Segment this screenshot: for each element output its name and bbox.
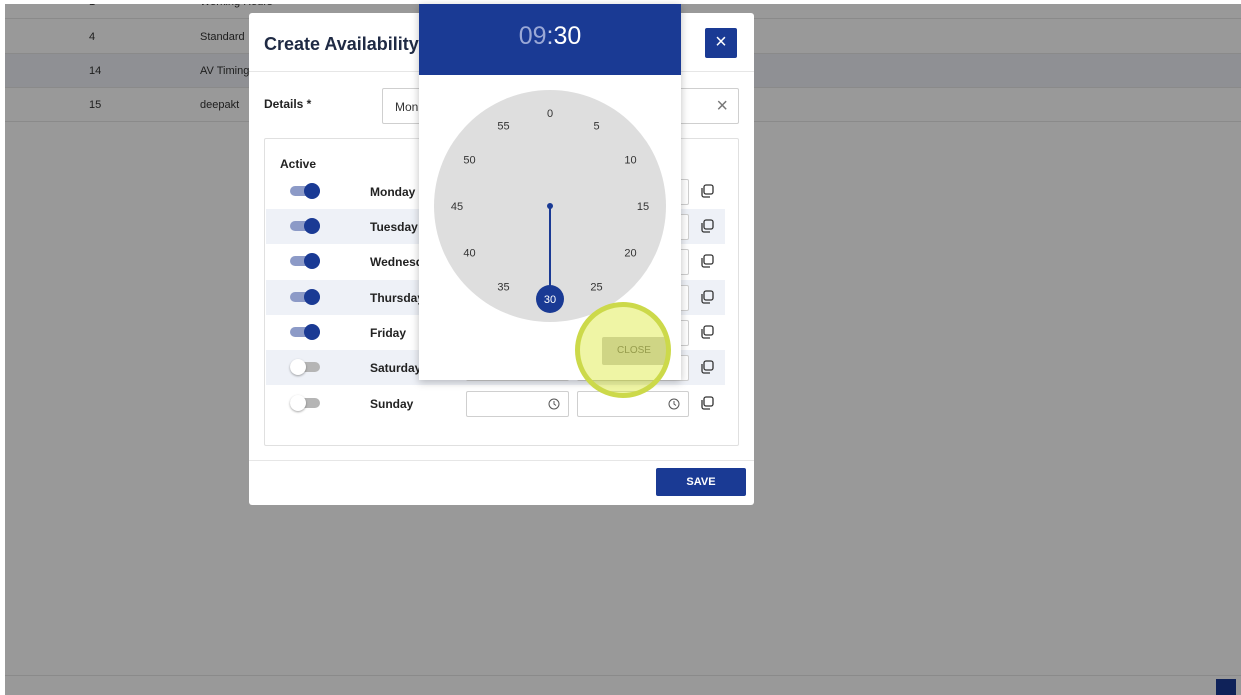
day-name: Sunday: [370, 397, 414, 411]
copy-icon[interactable]: [699, 395, 715, 411]
day-row-sunday: Sunday: [266, 386, 725, 421]
day-name: Thursday: [370, 291, 425, 305]
day-active-toggle[interactable]: [290, 395, 320, 411]
day-name: Friday: [370, 326, 407, 340]
start-time-input[interactable]: [466, 391, 569, 417]
time-display: 09:30: [419, 22, 681, 51]
modal-close-button[interactable]: ×: [705, 28, 737, 58]
copy-icon[interactable]: [699, 253, 715, 269]
dial-minute-label[interactable]: 45: [451, 201, 463, 213]
day-active-toggle[interactable]: [290, 324, 320, 340]
dial-minute-label[interactable]: 50: [463, 155, 475, 167]
copy-icon[interactable]: [699, 324, 715, 340]
day-active-toggle[interactable]: [290, 253, 320, 269]
page-left-strip: [0, 0, 5, 695]
dial-minute-label[interactable]: 30: [544, 294, 556, 306]
dial-minute-label[interactable]: 55: [497, 120, 509, 132]
dial-minute-label[interactable]: 0: [547, 108, 553, 120]
dial-minute-label[interactable]: 35: [497, 282, 509, 294]
clock-icon[interactable]: [548, 398, 560, 410]
copy-icon[interactable]: [699, 183, 715, 199]
day-active-toggle[interactable]: [290, 359, 320, 375]
dial-minute-label[interactable]: 25: [590, 282, 602, 294]
dial-minute-label[interactable]: 10: [624, 155, 636, 167]
dial-minute-label[interactable]: 20: [624, 248, 636, 260]
dial-minute-label[interactable]: 15: [637, 201, 649, 213]
dial-minute-label[interactable]: 5: [593, 120, 599, 132]
day-name: Tuesday: [370, 220, 418, 234]
day-active-toggle[interactable]: [290, 218, 320, 234]
save-button[interactable]: SAVE: [656, 468, 746, 496]
copy-icon[interactable]: [699, 218, 715, 234]
day-name: Saturday: [370, 361, 422, 375]
day-active-toggle[interactable]: [290, 289, 320, 305]
click-highlight-marker: [575, 302, 671, 398]
dial-minute-label[interactable]: 40: [463, 248, 475, 260]
hours-display[interactable]: 09: [519, 22, 547, 50]
clear-icon[interactable]: ×: [716, 95, 728, 118]
day-active-toggle[interactable]: [290, 183, 320, 199]
details-label: Details *: [264, 97, 312, 111]
dial-center: [547, 203, 553, 209]
modal-title: Create Availability: [264, 34, 419, 54]
details-value: Mon: [395, 100, 419, 114]
clock-icon[interactable]: [668, 398, 680, 410]
day-name: Monday: [370, 185, 416, 199]
close-icon: ×: [715, 31, 727, 53]
copy-icon[interactable]: [699, 359, 715, 375]
divider: [249, 460, 754, 461]
active-label: Active: [280, 157, 317, 171]
time-picker-header: 09:30: [419, 4, 681, 75]
minutes-display[interactable]: 30: [553, 22, 581, 50]
copy-icon[interactable]: [699, 289, 715, 305]
